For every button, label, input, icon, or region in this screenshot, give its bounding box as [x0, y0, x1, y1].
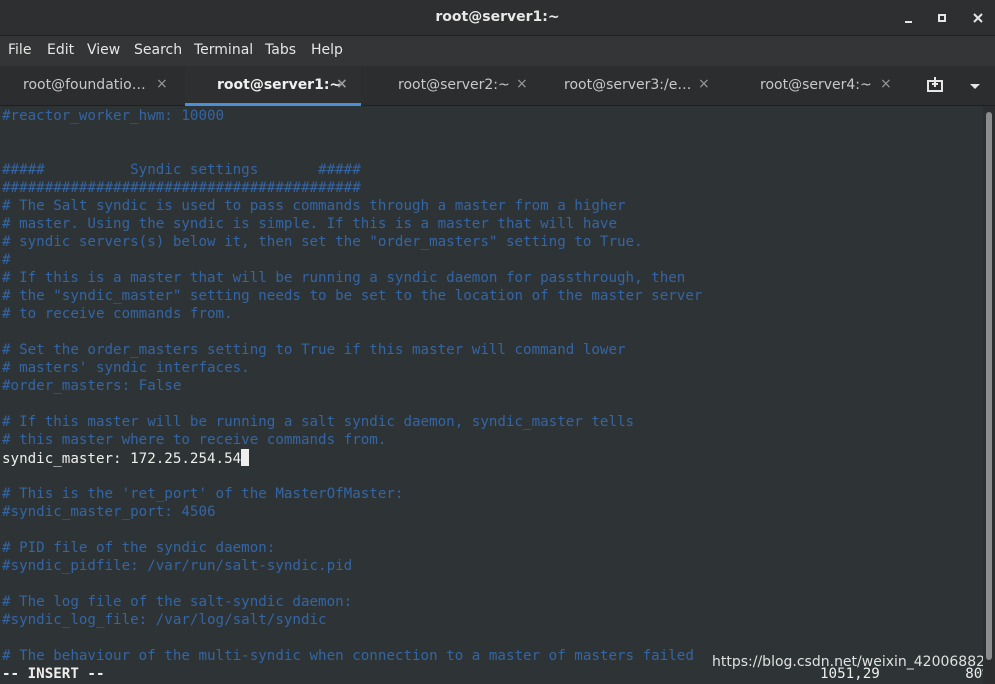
- minimize-button[interactable]: [898, 6, 922, 30]
- menu-edit[interactable]: Edit: [47, 42, 74, 58]
- tab-close-icon[interactable]: ×: [156, 76, 168, 92]
- terminal-view[interactable]: #reactor_worker_hwm: 10000 ##### Syndic s…: [0, 106, 983, 684]
- editor-line: # If this is a master that will be runni…: [2, 269, 685, 287]
- window-title: root@server1:~: [435, 9, 560, 25]
- editor-line: # the "syndic_master" setting needs to b…: [2, 287, 702, 305]
- tab-server2[interactable]: root@server2:~ ×: [361, 66, 537, 106]
- editor-line-text: # the "syndic_master" setting needs to b…: [2, 288, 703, 304]
- editor-line: #reactor_worker_hwm: 10000: [2, 107, 224, 125]
- editor-line-text: # to receive commands from.: [2, 306, 233, 322]
- editor-line-text: #syndic_pidfile: /var/run/salt-syndic.pi…: [2, 558, 353, 574]
- new-tab-button[interactable]: [921, 72, 949, 100]
- editor-line: #order_masters: False: [2, 377, 181, 395]
- editor-line-text: # The Salt syndic is used to pass comman…: [2, 198, 626, 214]
- editor-line-text: syndic_master: 172.25.254.54: [2, 451, 242, 467]
- editor-line: # The log file of the salt-syndic daemon…: [2, 593, 352, 611]
- editor-line-text: #reactor_worker_hwm: 10000: [2, 108, 225, 124]
- editor-line-text: #: [2, 252, 11, 268]
- editor-line-text: # this master where to receive commands …: [2, 432, 387, 448]
- editor-line: #syndic_log_file: /var/log/salt/syndic: [2, 611, 327, 629]
- editor-line: # master. Using the syndic is simple. If…: [2, 215, 617, 233]
- menu-help[interactable]: Help: [311, 42, 343, 58]
- editor-line: # This is the 'ret_port' of the MasterOf…: [2, 485, 403, 503]
- editor-line: # If this master will be running a salt …: [2, 413, 634, 431]
- editor-line-text: #syndic_master_port: 4506: [2, 504, 216, 520]
- tab-label: root@foundatio…: [23, 77, 146, 93]
- editor-line-text: # PID file of the syndic daemon:: [2, 540, 276, 556]
- menu-file[interactable]: File: [8, 42, 31, 58]
- editor-line-text: ########################################…: [2, 180, 361, 196]
- tab-label: root@server3:/e…: [564, 77, 692, 93]
- vim-mode-indicator: -- INSERT --: [2, 666, 105, 682]
- editor-line: # The behaviour of the multi-syndic when…: [2, 647, 694, 665]
- editor-line-text: ##### Syndic settings #####: [2, 162, 361, 178]
- editor-line-text: #syndic_log_file: /var/log/salt/syndic: [2, 612, 327, 628]
- tab-server4[interactable]: root@server4:~ ×: [721, 66, 901, 106]
- editor-line-text: # The behaviour of the multi-syndic when…: [2, 648, 694, 664]
- tab-server3[interactable]: root@server3:/e… ×: [537, 66, 721, 106]
- editor-line-text: #order_masters: False: [2, 378, 182, 394]
- tab-close-icon[interactable]: ×: [336, 76, 348, 92]
- close-button[interactable]: [966, 6, 990, 30]
- tab-foundation[interactable]: root@foundatio… ×: [0, 66, 185, 106]
- tab-label: root@server1:~: [217, 77, 342, 93]
- editor-line: #syndic_pidfile: /var/run/salt-syndic.pi…: [2, 557, 352, 575]
- tab-bar: root@foundatio… × root@server1:~ × root@…: [0, 66, 995, 106]
- editor-line: # masters' syndic interfaces.: [2, 359, 250, 377]
- editor-line-text: # The log file of the salt-syndic daemon…: [2, 594, 353, 610]
- scrollbar-thumb[interactable]: [986, 112, 992, 660]
- new-tab-icon: [927, 77, 943, 92]
- editor-line: # syndic servers(s) below it, then set t…: [2, 233, 643, 251]
- editor-line-text: # If this master will be running a salt …: [2, 414, 635, 430]
- chevron-down-icon: [970, 84, 980, 89]
- editor-line-text: # master. Using the syndic is simple. If…: [2, 216, 617, 232]
- tab-label: root@server2:~: [398, 77, 510, 93]
- menu-bar: File Edit View Search Terminal Tabs Help: [0, 36, 995, 66]
- editor-line-text: # This is the 'ret_port' of the MasterOf…: [2, 486, 404, 502]
- maximize-button[interactable]: [930, 6, 954, 30]
- tab-label: root@server4:~: [760, 77, 872, 93]
- editor-line: # PID file of the syndic daemon:: [2, 539, 275, 557]
- editor-line-text: # masters' syndic interfaces.: [2, 360, 250, 376]
- menu-search[interactable]: Search: [134, 42, 182, 58]
- editor-line: # Set the order_masters setting to True …: [2, 341, 626, 359]
- editor-line: syndic_master: 172.25.254.54: [2, 449, 250, 467]
- close-icon: [973, 13, 983, 23]
- editor-line: #syndic_master_port: 4506: [2, 503, 216, 521]
- tab-close-icon[interactable]: ×: [516, 76, 528, 92]
- editor-line: # this master where to receive commands …: [2, 431, 386, 449]
- tab-menu-button[interactable]: [961, 72, 989, 100]
- window-titlebar: root@server1:~: [0, 0, 995, 36]
- text-cursor: [241, 449, 250, 466]
- editor-line: #: [2, 251, 11, 269]
- editor-line-text: # syndic servers(s) below it, then set t…: [2, 234, 643, 250]
- editor-line: # The Salt syndic is used to pass comman…: [2, 197, 626, 215]
- tab-close-icon[interactable]: ×: [698, 76, 710, 92]
- minimize-icon: [905, 21, 912, 23]
- menu-tabs[interactable]: Tabs: [265, 42, 296, 58]
- editor-line: ##### Syndic settings #####: [2, 161, 361, 179]
- editor-line-text: # If this is a master that will be runni…: [2, 270, 686, 286]
- editor-line: # to receive commands from.: [2, 305, 233, 323]
- editor-line-text: # Set the order_masters setting to True …: [2, 342, 626, 358]
- menu-view[interactable]: View: [87, 42, 120, 58]
- watermark: https://blog.csdn.net/weixin_42006882: [712, 654, 983, 670]
- terminal-scrollbar[interactable]: [983, 106, 995, 684]
- maximize-icon: [938, 14, 946, 22]
- tab-close-icon[interactable]: ×: [880, 76, 892, 92]
- menu-terminal[interactable]: Terminal: [194, 42, 253, 58]
- tab-server1[interactable]: root@server1:~ ×: [185, 66, 361, 106]
- editor-line: ########################################…: [2, 179, 361, 197]
